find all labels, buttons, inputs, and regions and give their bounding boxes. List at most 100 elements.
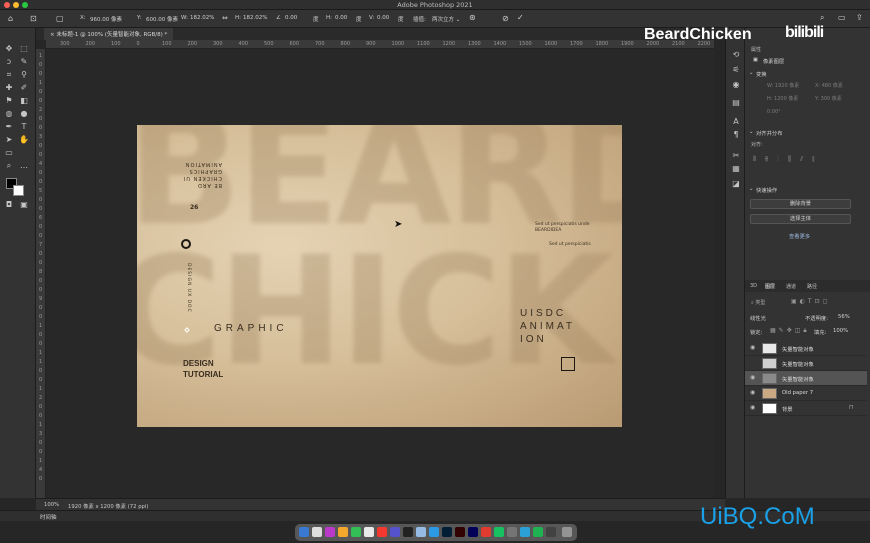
app-icon[interactable]: [377, 527, 387, 537]
visibility-eye-icon[interactable]: ◉: [750, 374, 755, 381]
see-more-link[interactable]: 查看更多: [789, 232, 810, 240]
layer-filter-icons[interactable]: ▣◐T⊡◻: [791, 298, 831, 305]
app-icon[interactable]: [325, 527, 335, 537]
hand-tool-icon[interactable]: ✋: [19, 135, 29, 145]
screen-mode-icon[interactable]: ▣: [19, 200, 29, 210]
launchpad-app-icon[interactable]: [312, 527, 322, 537]
remove-background-button[interactable]: 删除背景: [750, 199, 851, 209]
app-icon[interactable]: [481, 527, 491, 537]
after-effects-app-icon[interactable]: [468, 527, 478, 537]
blur-tool-icon[interactable]: ●: [19, 109, 29, 119]
app-icon[interactable]: [351, 527, 361, 537]
blend-mode-select[interactable]: 线性光: [750, 314, 766, 322]
document-tab[interactable]: × 未标题-1 @ 100% (矢量智能对象, RGB/8) *: [44, 28, 174, 40]
lock-icons[interactable]: ▦✎✥◫🔒︎: [770, 327, 810, 335]
brush-tool-icon[interactable]: ✐: [19, 83, 29, 93]
shape-tool-icon[interactable]: ▭: [4, 148, 14, 158]
app-icon[interactable]: [416, 527, 426, 537]
share-icon[interactable]: ⇪: [856, 14, 863, 22]
visibility-eye-icon[interactable]: ◉: [750, 404, 755, 411]
canvas-area[interactable]: BEARD CHICKEN BE ARD CHICKEN UI GRAPHICS…: [46, 49, 714, 498]
gradient-tool-icon[interactable]: ◍: [4, 109, 14, 119]
swatches-panel-icon[interactable]: ▦: [731, 164, 741, 174]
commit-transform-icon[interactable]: ✓: [517, 14, 524, 22]
pen-tool-icon[interactable]: ✒: [4, 122, 14, 132]
transform-chevron-icon[interactable]: ⌄: [749, 70, 753, 76]
move-tool-icon[interactable]: ✥: [4, 44, 14, 54]
quick-select-tool-icon[interactable]: ✎: [19, 57, 29, 67]
filter-kind-select[interactable]: ⌕ 类型: [751, 299, 765, 306]
layer-row[interactable]: 矢量智能对象: [745, 356, 867, 371]
vskew-input[interactable]: 0.00: [377, 15, 389, 21]
quick-mask-icon[interactable]: ◘: [4, 200, 14, 210]
app-icon[interactable]: [403, 527, 413, 537]
eyedropper-tool-icon[interactable]: ⚲: [19, 70, 29, 80]
reference-point-icon[interactable]: ▢: [56, 15, 64, 23]
tab-channels[interactable]: 通道: [786, 283, 796, 290]
tool-presets-icon[interactable]: ✂: [731, 151, 741, 161]
background-color-swatch[interactable]: [13, 185, 24, 196]
libraries-panel-icon[interactable]: ▤: [731, 98, 741, 108]
paragraph-panel-icon[interactable]: ¶: [731, 130, 741, 140]
finder-app-icon[interactable]: [299, 527, 309, 537]
workspace-icon[interactable]: ▭: [838, 14, 846, 22]
link-icon[interactable]: ⇔: [222, 14, 228, 22]
tab-paths[interactable]: 路径: [807, 283, 817, 290]
warp-icon[interactable]: ⊛: [469, 14, 476, 22]
y-input[interactable]: 600.00 像素: [146, 15, 178, 23]
align-chevron-icon[interactable]: ⌄: [749, 129, 753, 135]
app-icon[interactable]: [533, 527, 543, 537]
artwork-canvas[interactable]: BEARD CHICKEN BE ARD CHICKEN UI GRAPHICS…: [137, 125, 622, 427]
select-subject-button[interactable]: 选择主体: [750, 214, 851, 224]
healing-tool-icon[interactable]: ✚: [4, 83, 14, 93]
crop-tool-icon[interactable]: ⌗: [4, 70, 14, 80]
cancel-transform-icon[interactable]: ⊘: [502, 15, 509, 23]
zoom-level[interactable]: 100%: [44, 502, 59, 508]
layer-row[interactable]: ◉ 背景 ⊓: [745, 401, 867, 416]
zoom-tool-icon[interactable]: ⌕: [4, 161, 14, 171]
hskew-input[interactable]: 0.00: [335, 15, 347, 21]
properties-tab[interactable]: 属性: [751, 46, 761, 53]
quick-actions-chevron-icon[interactable]: ⌄: [749, 186, 753, 192]
visibility-eye-icon[interactable]: ◉: [750, 344, 755, 351]
info-panel-icon[interactable]: ◪: [731, 179, 741, 189]
h-input[interactable]: 182.02%: [243, 15, 267, 21]
artboard-tool-icon[interactable]: ⬚: [19, 44, 29, 54]
color-panel-icon[interactable]: ◉: [731, 80, 741, 90]
more-tools-icon[interactable]: …: [19, 161, 29, 171]
layer-row-selected[interactable]: ◉ 矢量智能对象: [745, 371, 867, 386]
x-input[interactable]: 960.00 像素: [90, 15, 122, 23]
app-icon[interactable]: [390, 527, 400, 537]
stamp-tool-icon[interactable]: ⚑: [4, 96, 14, 106]
visibility-eye-icon[interactable]: ◉: [750, 389, 755, 396]
app-icon[interactable]: [507, 527, 517, 537]
app-icon[interactable]: [338, 527, 348, 537]
history-panel-icon[interactable]: ⟲: [731, 50, 741, 60]
home-icon[interactable]: ⌂: [8, 15, 13, 23]
illustrator-app-icon[interactable]: [455, 527, 465, 537]
search-icon[interactable]: ⌕: [820, 14, 824, 22]
app-icon[interactable]: [364, 527, 374, 537]
adjustments-panel-icon[interactable]: ⚟: [731, 65, 741, 75]
timeline-tab[interactable]: 时间轴: [40, 513, 57, 521]
w-input[interactable]: 182.02%: [190, 15, 214, 21]
align-buttons-row[interactable]: ⫴⫵⫶⫼⫽⫾: [753, 155, 824, 164]
fill-input[interactable]: 100%: [833, 328, 848, 334]
layer-row[interactable]: ◉ 矢量智能对象: [745, 341, 867, 356]
app-icon[interactable]: [429, 527, 439, 537]
eraser-tool-icon[interactable]: ◧: [19, 96, 29, 106]
app-icon[interactable]: [520, 527, 530, 537]
tab-layers[interactable]: 图层: [765, 283, 775, 290]
photoshop-app-icon[interactable]: [442, 527, 452, 537]
interpolation-select[interactable]: 两次立方 ⌄: [432, 15, 460, 23]
trash-icon[interactable]: [562, 527, 572, 537]
app-icon[interactable]: [546, 527, 556, 537]
character-panel-icon[interactable]: A: [731, 117, 741, 127]
transform-tool-icon[interactable]: ⊡: [30, 15, 37, 23]
lasso-tool-icon[interactable]: ↄ: [4, 57, 14, 67]
angle-input[interactable]: 0.00: [285, 15, 297, 21]
tab-3d[interactable]: 3D: [750, 283, 757, 289]
app-icon[interactable]: [494, 527, 504, 537]
path-select-tool-icon[interactable]: ➤: [4, 135, 14, 145]
layer-row[interactable]: ◉ Old paper 7: [745, 386, 867, 401]
